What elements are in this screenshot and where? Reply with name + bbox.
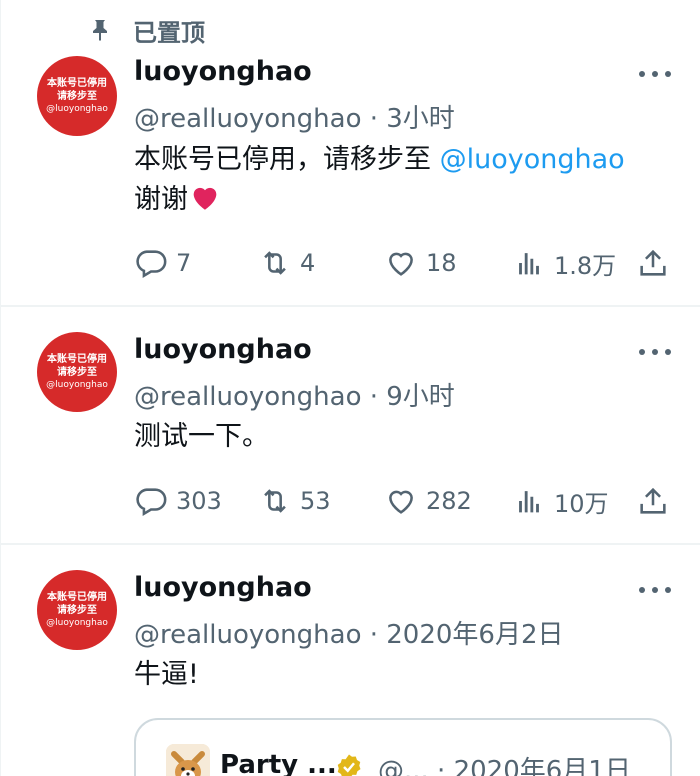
- quoted-display-name[interactable]: Party ...: [220, 750, 337, 776]
- heart-icon: [389, 252, 413, 276]
- avatar[interactable]: 本账号已停用 请移步至 @luoyonghao: [37, 332, 117, 412]
- reply-button[interactable]: 7: [134, 243, 191, 283]
- reply-icon: [136, 250, 167, 279]
- action-bar: 303 53 282 10万: [134, 481, 674, 521]
- tweet-text: 牛逼!: [134, 659, 199, 690]
- display-name[interactable]: luoyonghao: [134, 334, 312, 365]
- share-icon: [640, 249, 666, 276]
- reply-count: 7: [176, 249, 192, 277]
- tweet-text: 本账号已停用，请移步至 @luoyonghao: [134, 140, 625, 180]
- tweet-text: 谢谢: [134, 180, 222, 220]
- handle-and-time[interactable]: @realluoyonghao · 2020年6月2日: [134, 614, 564, 651]
- retweet-icon: [264, 251, 286, 275]
- avatar-text: @luoyonghao: [46, 617, 108, 628]
- tweet[interactable]: 本账号已停用 请移步至 @luoyonghao luoyonghao @real…: [1, 0, 700, 305]
- views-button[interactable]: 1.8万: [512, 243, 616, 283]
- share-button[interactable]: [636, 481, 670, 521]
- views-button[interactable]: 10万: [512, 481, 609, 521]
- avatar-text: 请移步至: [57, 90, 97, 102]
- timeline: 已置顶 本账号已停用 请移步至 @luoyonghao luoyonghao @…: [0, 0, 700, 776]
- quoted-avatar[interactable]: [166, 744, 210, 776]
- quoted-handle-and-time[interactable]: @... · 2020年6月1日: [378, 750, 631, 776]
- quoted-tweet-card[interactable]: Party ... @... · 2020年6月1日: [134, 718, 672, 776]
- heart-icon: [389, 490, 413, 514]
- reply-count: 303: [176, 487, 222, 515]
- avatar[interactable]: 本账号已停用 请移步至 @luoyonghao: [37, 570, 117, 650]
- view-count: 1.8万: [554, 251, 617, 280]
- reply-icon: [136, 488, 167, 517]
- view-count: 10万: [554, 489, 609, 518]
- more-options-icon[interactable]: [639, 346, 671, 358]
- avatar-text: 本账号已停用: [47, 591, 107, 603]
- mention-link[interactable]: @luoyonghao: [440, 144, 625, 175]
- reply-button[interactable]: 303: [134, 481, 222, 521]
- handle-and-time[interactable]: @realluoyonghao · 9小时: [134, 376, 455, 413]
- dog-avatar-icon: [166, 744, 210, 776]
- retweet-button[interactable]: 4: [258, 243, 315, 283]
- like-count: 282: [426, 487, 472, 515]
- retweet-count: 4: [300, 249, 316, 277]
- retweet-icon: [264, 489, 286, 513]
- avatar-text: 本账号已停用: [47, 353, 107, 365]
- handle-and-time[interactable]: @realluoyonghao · 3小时: [134, 98, 455, 135]
- action-bar: 7 4 18 1.8万: [134, 243, 674, 283]
- tweet[interactable]: 本账号已停用 请移步至 @luoyonghao luoyonghao @real…: [1, 307, 700, 543]
- avatar[interactable]: 本账号已停用 请移步至 @luoyonghao: [37, 56, 117, 136]
- views-icon: [519, 491, 539, 513]
- share-button[interactable]: [636, 243, 670, 283]
- verified-badge-icon: [334, 752, 364, 776]
- tweet-text: 测试一下。: [134, 421, 269, 452]
- views-icon: [519, 253, 539, 275]
- share-icon: [640, 487, 666, 514]
- more-options-icon[interactable]: [639, 584, 671, 596]
- like-button[interactable]: 18: [384, 243, 457, 283]
- avatar-text: 请移步至: [57, 604, 97, 616]
- red-heart-icon: [188, 184, 222, 215]
- tweet-text-line: 谢谢: [134, 184, 188, 215]
- like-button[interactable]: 282: [384, 481, 472, 521]
- display-name[interactable]: luoyonghao: [134, 572, 312, 603]
- tweet-text-line: 本账号已停用，请移步至: [134, 144, 440, 175]
- avatar-text: @luoyonghao: [46, 379, 108, 390]
- more-options-icon[interactable]: [639, 68, 671, 80]
- avatar-text: 请移步至: [57, 366, 97, 378]
- retweet-count: 53: [300, 487, 331, 515]
- like-count: 18: [426, 249, 457, 277]
- retweet-button[interactable]: 53: [258, 481, 331, 521]
- avatar-text: @luoyonghao: [46, 103, 108, 114]
- avatar-text: 本账号已停用: [47, 77, 107, 89]
- display-name[interactable]: luoyonghao: [134, 56, 312, 87]
